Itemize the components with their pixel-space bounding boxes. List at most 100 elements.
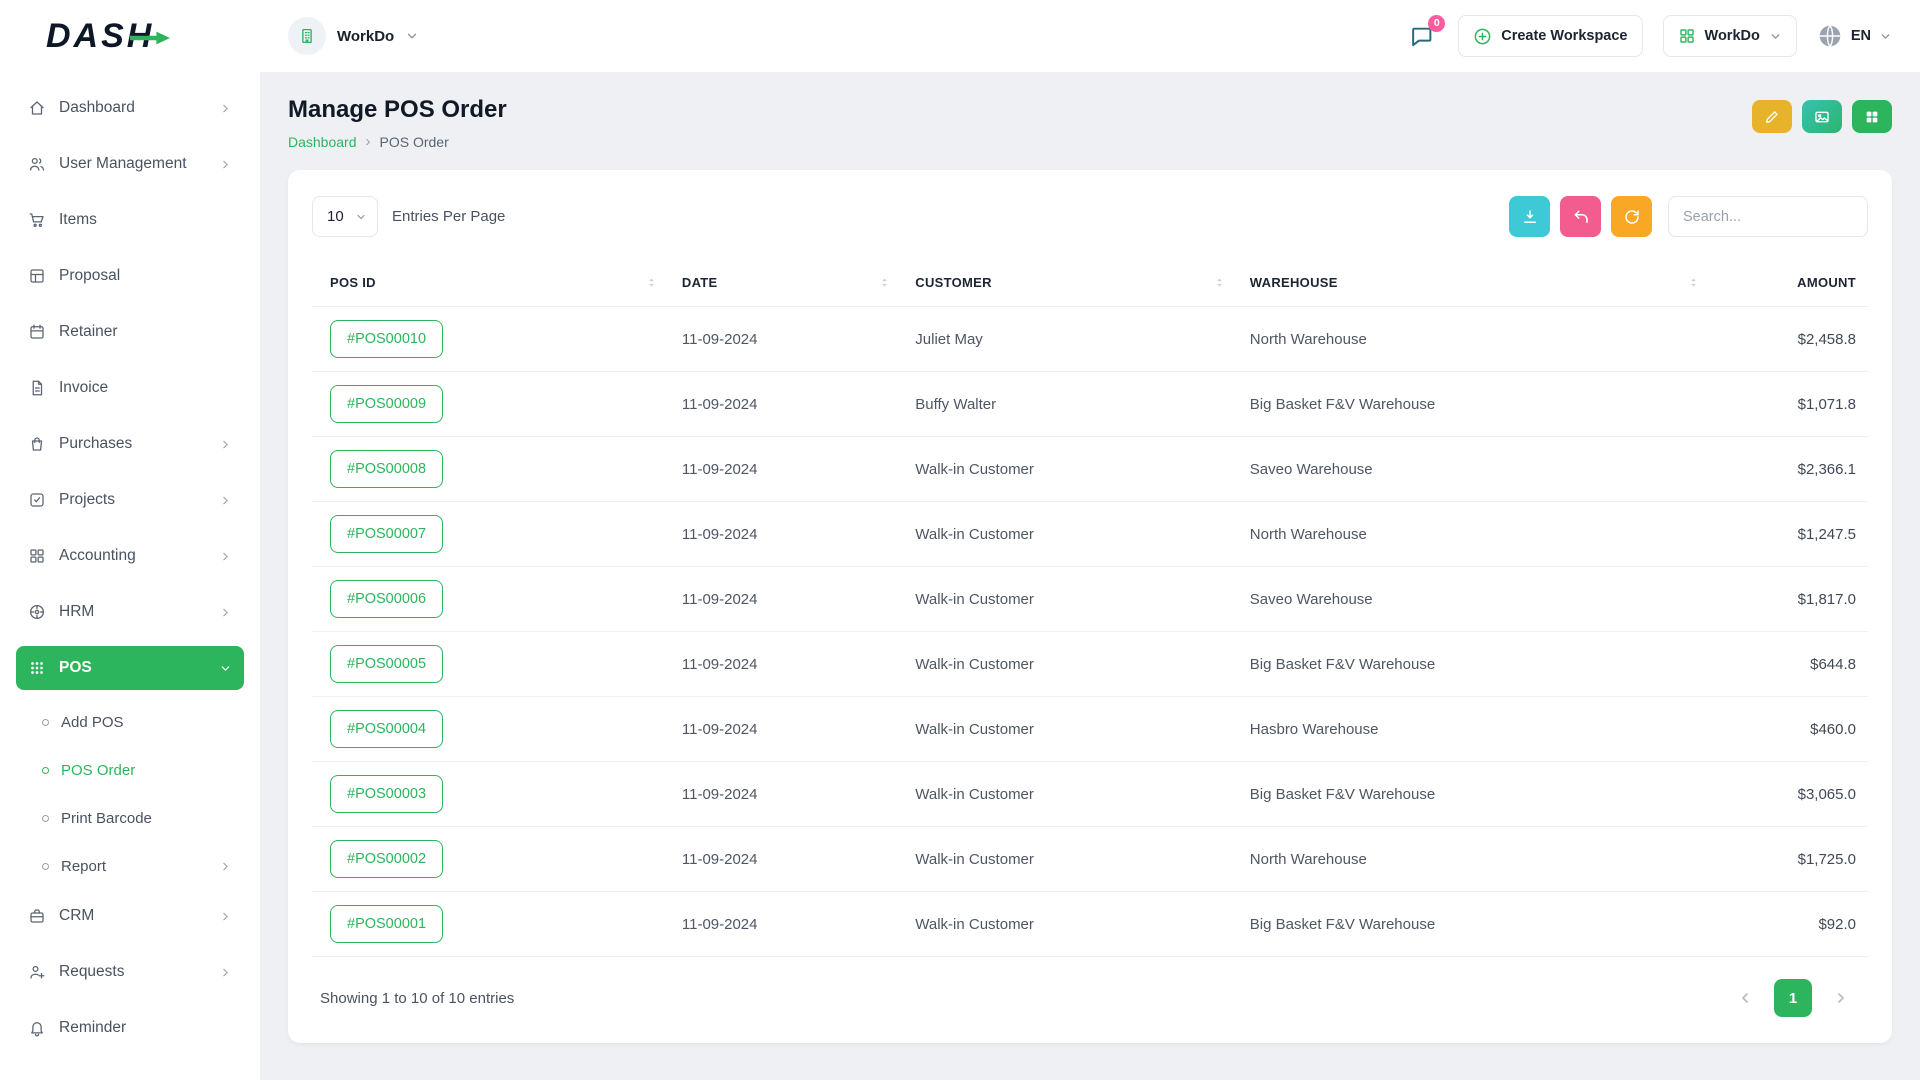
page-head-actions <box>1752 100 1892 133</box>
cell-amount: $644.8 <box>1712 632 1868 697</box>
circle-icon <box>42 815 49 822</box>
cell-customer: Walk-in Customer <box>903 567 1238 632</box>
create-workspace-button[interactable]: Create Workspace <box>1458 15 1642 57</box>
sidebar-item-purchases[interactable]: Purchases <box>16 422 244 466</box>
cell-warehouse: Big Basket F&V Warehouse <box>1238 372 1713 437</box>
grid-view-button[interactable] <box>1852 100 1892 133</box>
sidebar-item-crm[interactable]: CRM <box>16 894 244 938</box>
sort-icon[interactable] <box>645 276 658 289</box>
pos-order-table: POS ID DATE CUSTOMER WAREHOUSE <box>312 261 1868 957</box>
pos-id-link[interactable]: #POS00008 <box>330 450 443 488</box>
page-1-button[interactable]: 1 <box>1774 979 1812 1017</box>
chevron-right-icon <box>219 966 232 979</box>
cell-customer: Walk-in Customer <box>903 697 1238 762</box>
sidebar-item-projects[interactable]: Projects <box>16 478 244 522</box>
sidebar-item-requests[interactable]: Requests <box>16 950 244 994</box>
apps-dropdown-label: WorkDo <box>1705 28 1760 44</box>
cell-customer: Walk-in Customer <box>903 437 1238 502</box>
chevron-right-icon <box>219 438 232 451</box>
entries-per-page-select[interactable]: 10 <box>312 196 378 237</box>
sidebar-item-retainer[interactable]: Retainer <box>16 310 244 354</box>
cell-date: 11-09-2024 <box>670 307 903 372</box>
pos-id-link[interactable]: #POS00009 <box>330 385 443 423</box>
next-page-button[interactable] <box>1822 979 1860 1017</box>
table-row: #POS00004 11-09-2024 Walk-in Customer Ha… <box>312 697 1868 762</box>
column-header-amount[interactable]: AMOUNT <box>1712 261 1868 307</box>
column-header-customer[interactable]: CUSTOMER <box>903 261 1238 307</box>
sidebar-item-invoice[interactable]: Invoice <box>16 366 244 410</box>
column-header-pos-id[interactable]: POS ID <box>312 261 670 307</box>
sort-icon[interactable] <box>878 276 891 289</box>
sort-icon[interactable] <box>1687 276 1700 289</box>
pos-id-link[interactable]: #POS00004 <box>330 710 443 748</box>
top-bar: DASH WorkDo 0 Create Workspace WorkDo <box>0 0 1920 72</box>
sidebar-item-pos[interactable]: POS <box>16 646 244 690</box>
breadcrumb-dashboard-link[interactable]: Dashboard <box>288 134 357 150</box>
cell-amount: $460.0 <box>1712 697 1868 762</box>
sidebar-item-accounting[interactable]: Accounting <box>16 534 244 578</box>
sidebar-item-dashboard[interactable]: Dashboard <box>16 86 244 130</box>
logo-area: DASH <box>0 17 260 56</box>
aperture-icon <box>28 603 46 621</box>
sidebar-item-reminder[interactable]: Reminder <box>16 1006 244 1050</box>
table-row: #POS00005 11-09-2024 Walk-in Customer Bi… <box>312 632 1868 697</box>
column-label: POS ID <box>330 275 376 290</box>
reset-button[interactable] <box>1560 196 1601 237</box>
calendar-icon <box>28 323 46 341</box>
cell-amount: $92.0 <box>1712 892 1868 957</box>
sidebar-item-label: User Management <box>59 155 187 173</box>
pos-id-link[interactable]: #POS00005 <box>330 645 443 683</box>
cell-date: 11-09-2024 <box>670 372 903 437</box>
export-button[interactable] <box>1509 196 1550 237</box>
table-body: #POS00010 11-09-2024 Juliet May North Wa… <box>312 307 1868 957</box>
pos-id-link[interactable]: #POS00007 <box>330 515 443 553</box>
home-icon <box>28 99 46 117</box>
sidebar-subitem-pos-order[interactable]: POS Order <box>36 750 244 790</box>
language-dropdown[interactable]: EN <box>1817 23 1892 49</box>
sidebar-item-proposal[interactable]: Proposal <box>16 254 244 298</box>
sort-icon[interactable] <box>1213 276 1226 289</box>
sidebar-subitem-report[interactable]: Report <box>36 846 244 886</box>
apps-dropdown[interactable]: WorkDo <box>1663 15 1797 57</box>
sidebar-subitem-print-barcode[interactable]: Print Barcode <box>36 798 244 838</box>
app-logo[interactable]: DASH <box>46 17 154 56</box>
pos-id-link[interactable]: #POS00010 <box>330 320 443 358</box>
workspace-switcher[interactable]: WorkDo <box>288 17 419 55</box>
pos-id-link[interactable]: #POS00001 <box>330 905 443 943</box>
messages-badge: 0 <box>1428 15 1445 32</box>
column-header-date[interactable]: DATE <box>670 261 903 307</box>
chevron-down-icon <box>355 211 367 223</box>
undo-icon <box>1572 208 1590 226</box>
sidebar-item-user-management[interactable]: User Management <box>16 142 244 186</box>
sidebar: Dashboard User Management Items Proposal… <box>0 72 260 1080</box>
pos-id-link[interactable]: #POS00006 <box>330 580 443 618</box>
cell-amount: $1,817.0 <box>1712 567 1868 632</box>
table-row: #POS00003 11-09-2024 Walk-in Customer Bi… <box>312 762 1868 827</box>
search-input[interactable] <box>1668 196 1868 237</box>
cell-date: 11-09-2024 <box>670 502 903 567</box>
pos-id-link[interactable]: #POS00002 <box>330 840 443 878</box>
breadcrumb-current: POS Order <box>380 134 449 150</box>
top-bar-main: WorkDo 0 Create Workspace WorkDo EN <box>260 15 1920 57</box>
cell-warehouse: Saveo Warehouse <box>1238 567 1713 632</box>
pencil-icon <box>1764 109 1780 125</box>
entries-per-page-label: Entries Per Page <box>392 208 505 225</box>
briefcase-icon <box>28 907 46 925</box>
pos-id-link[interactable]: #POS00003 <box>330 775 443 813</box>
sidebar-item-label: Purchases <box>59 435 132 453</box>
sidebar-subitem-add-pos[interactable]: Add POS <box>36 702 244 742</box>
bell-icon <box>28 1019 46 1037</box>
download-icon <box>1521 208 1539 226</box>
image-icon <box>1814 109 1830 125</box>
table-header: POS ID DATE CUSTOMER WAREHOUSE <box>312 261 1868 307</box>
sidebar-item-label: Retainer <box>59 323 118 341</box>
messages-button[interactable]: 0 <box>1405 20 1438 53</box>
refresh-button[interactable] <box>1611 196 1652 237</box>
theme-button[interactable] <box>1802 100 1842 133</box>
column-header-warehouse[interactable]: WAREHOUSE <box>1238 261 1713 307</box>
sidebar-item-items[interactable]: Items <box>16 198 244 242</box>
previous-page-button[interactable] <box>1726 979 1764 1017</box>
edit-button[interactable] <box>1752 100 1792 133</box>
cell-warehouse: Saveo Warehouse <box>1238 437 1713 502</box>
sidebar-item-hrm[interactable]: HRM <box>16 590 244 634</box>
